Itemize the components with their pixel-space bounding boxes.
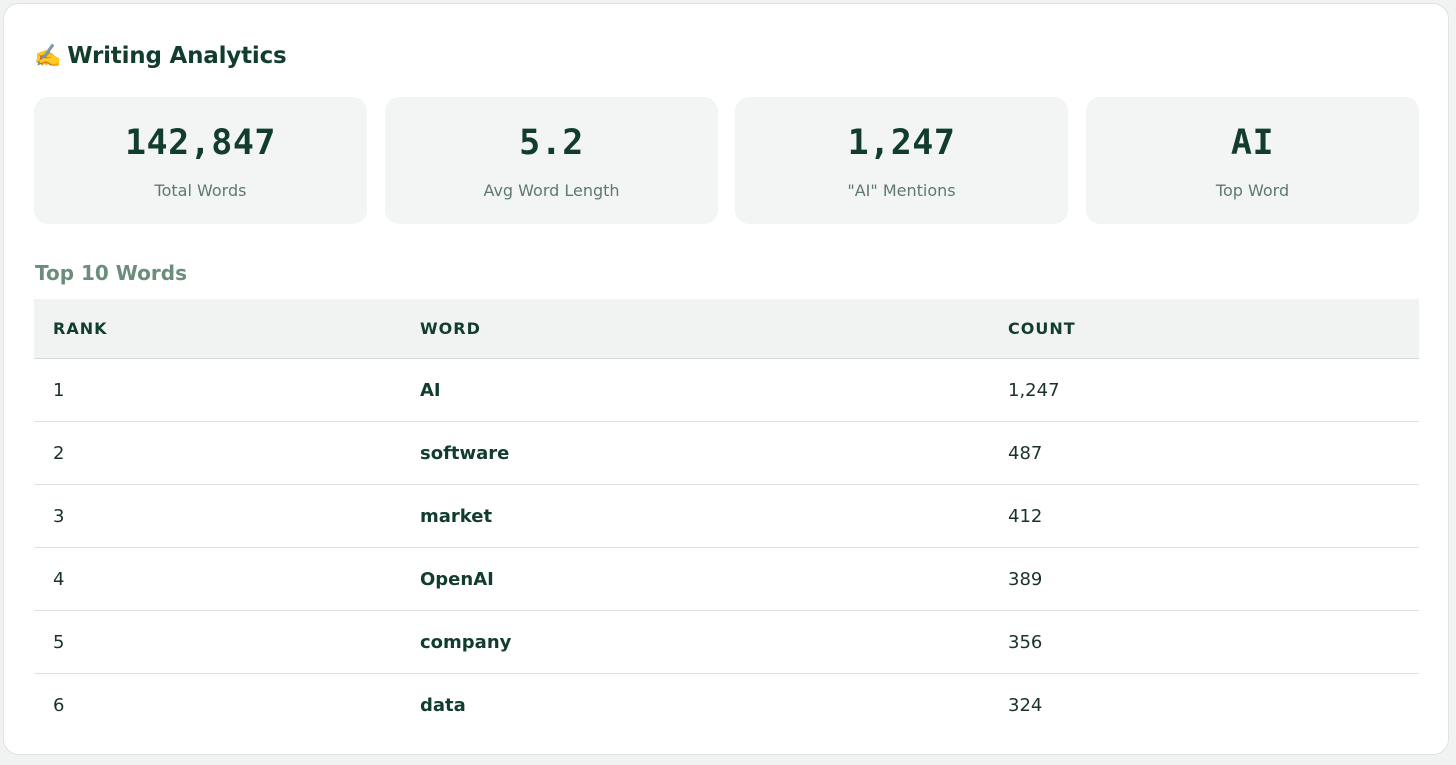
stat-label: Top Word — [1215, 181, 1290, 200]
count-cell: 412 — [989, 484, 1419, 548]
page-title: ✍️ Writing Analytics — [34, 40, 287, 72]
table-header-row: RANK WORD COUNT — [34, 299, 1419, 359]
stat-value: 1,247 — [847, 123, 956, 163]
stat-card-top-word: AI Top Word — [1086, 97, 1419, 224]
column-header-rank: RANK — [34, 299, 401, 359]
count-cell: 389 — [989, 547, 1419, 611]
column-header-count: COUNT — [989, 299, 1419, 359]
word-cell: AI — [401, 358, 989, 422]
count-cell: 487 — [989, 421, 1419, 485]
table-row: 5 company 356 — [34, 610, 1419, 674]
table-row: 1 AI 1,247 — [34, 358, 1419, 422]
count-cell: 356 — [989, 610, 1419, 674]
section-title: Top 10 Words — [35, 261, 187, 285]
stat-value: 142,847 — [124, 123, 276, 163]
analytics-card: ✍️ Writing Analytics 142,847 Total Words… — [3, 3, 1449, 755]
word-cell: market — [401, 484, 989, 548]
table-row: 6 data 324 — [34, 674, 1419, 737]
word-cell: company — [401, 610, 989, 674]
rank-cell: 5 — [34, 610, 401, 674]
stat-card-ai-mentions: 1,247 "AI" Mentions — [735, 97, 1068, 224]
rank-cell: 1 — [34, 358, 401, 422]
count-cell: 1,247 — [989, 358, 1419, 422]
word-cell: OpenAI — [401, 547, 989, 611]
stat-label: "AI" Mentions — [847, 181, 956, 200]
rank-cell: 6 — [53, 694, 65, 716]
stat-card-total-words: 142,847 Total Words — [34, 97, 367, 224]
table-row: 4 OpenAI 389 — [34, 547, 1419, 611]
column-header-word: WORD — [401, 299, 989, 359]
stat-label: Avg Word Length — [483, 181, 620, 200]
word-cell: data — [420, 694, 466, 716]
stat-value: 5.2 — [519, 123, 584, 163]
stat-value: AI — [1230, 123, 1275, 163]
stat-label: Total Words — [154, 181, 247, 200]
rank-cell: 4 — [34, 547, 401, 611]
table-row: 3 market 412 — [34, 484, 1419, 548]
rank-cell: 3 — [34, 484, 401, 548]
page-title-text: Writing Analytics — [67, 43, 287, 69]
top-words-table: RANK WORD COUNT 1 AI 1,247 2 software 48… — [34, 299, 1419, 736]
stat-card-avg-word-length: 5.2 Avg Word Length — [385, 97, 718, 224]
stats-row: 142,847 Total Words 5.2 Avg Word Length … — [34, 97, 1419, 224]
writing-hand-icon: ✍️ — [34, 43, 62, 69]
count-cell: 324 — [1008, 694, 1043, 716]
table-row: 2 software 487 — [34, 421, 1419, 485]
word-cell: software — [401, 421, 989, 485]
rank-cell: 2 — [34, 421, 401, 485]
